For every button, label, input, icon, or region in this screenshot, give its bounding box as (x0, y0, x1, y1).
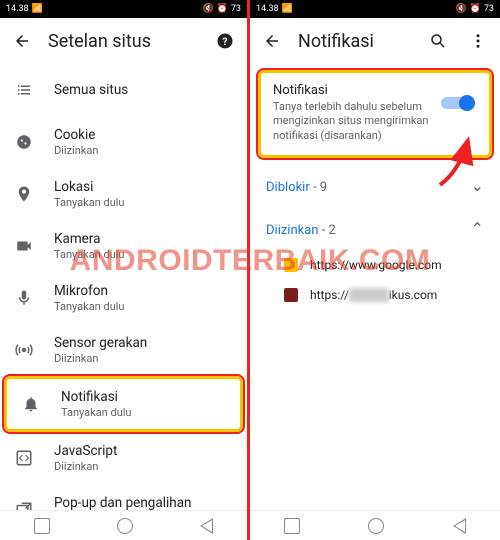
row-sub: Tanyakan dulu (54, 196, 235, 209)
favicon (284, 288, 298, 302)
row-sub: Tanyakan dulu (54, 248, 235, 261)
section-count: 2 (329, 223, 336, 238)
nav-back[interactable] (200, 518, 213, 534)
section-blocked[interactable]: Diblokir - 9 ⌄ (250, 164, 500, 207)
mic-icon (14, 289, 34, 307)
nav-home[interactable] (117, 518, 133, 534)
row-label: JavaScript (54, 443, 235, 459)
row-location[interactable]: LokasiTanyakan dulu (0, 168, 247, 220)
chevron-down-icon: ⌄ (471, 176, 484, 195)
status-battery: 73 (231, 4, 241, 14)
back-icon[interactable] (262, 31, 282, 51)
row-label: Lokasi (54, 179, 235, 195)
page-title: Notifikasi (298, 31, 412, 52)
row-label: Semua situs (54, 82, 235, 98)
svg-text:?: ? (222, 35, 227, 48)
statusbar: 14.38📶 🔇⏰73 (250, 0, 500, 18)
status-time: 14.38 (6, 4, 29, 14)
row-label: Cookie (54, 127, 235, 143)
status-time: 14.38 (256, 4, 279, 14)
row-sub: Tanyakan dulu (54, 300, 235, 313)
nav-recent[interactable] (34, 518, 50, 534)
help-icon[interactable]: ? (215, 31, 235, 51)
section-count: 9 (320, 180, 327, 195)
appbar-right: Notifikasi (250, 18, 500, 64)
back-icon[interactable] (12, 31, 32, 51)
location-icon (14, 185, 34, 203)
row-label: Mikrofon (54, 283, 235, 299)
list-icon (14, 81, 34, 99)
more-icon[interactable] (468, 31, 488, 51)
row-label: Kamera (54, 231, 235, 247)
favicon (284, 258, 298, 272)
section-allowed[interactable]: Diizinkan - 2 ⌃ (250, 207, 500, 250)
js-icon (14, 449, 34, 467)
appbar-left: Setelan situs ? (0, 18, 247, 64)
sensor-icon (14, 341, 34, 359)
site-url: https://xxxxikus.com (310, 288, 437, 302)
row-label: Sensor gerakan (54, 335, 235, 351)
nav-back[interactable] (453, 518, 466, 534)
site-url: https://www.google.com (310, 258, 442, 272)
camera-icon (14, 237, 34, 255)
statusbar: 14.38📶 🔇⏰73 (0, 0, 247, 18)
row-all-sites[interactable]: Semua situs (0, 64, 247, 116)
screen-site-settings: 14.38📶 🔇⏰73 Setelan situs ? Semua situs … (0, 0, 250, 540)
status-battery: 73 (484, 4, 494, 14)
screen-notifications: 14.38📶 🔇⏰73 Notifikasi Notifikasi Tanya … (250, 0, 500, 540)
nav-home[interactable] (368, 518, 384, 534)
row-label: Notifikasi (61, 389, 228, 405)
chevron-up-icon: ⌃ (471, 219, 484, 238)
row-cookie[interactable]: CookieDiizinkan (0, 116, 247, 168)
row-sub: Diizinkan (54, 460, 235, 473)
cookie-icon (14, 133, 34, 151)
android-navbar (250, 510, 500, 540)
row-sub: Diizinkan (54, 352, 235, 365)
search-icon[interactable] (428, 31, 448, 51)
site-row[interactable]: https://www.google.com (250, 250, 500, 280)
row-camera[interactable]: KameraTanyakan dulu (0, 220, 247, 272)
section-label: Diblokir (266, 180, 310, 195)
row-sub: Diizinkan (54, 144, 235, 157)
notification-toggle-card[interactable]: Notifikasi Tanya terlebih dahulu sebelum… (258, 70, 492, 158)
row-label: Pop-up dan pengalihan (54, 495, 235, 511)
page-title: Setelan situs (48, 31, 199, 52)
nav-recent[interactable] (284, 518, 300, 534)
row-microphone[interactable]: MikrofonTanyakan dulu (0, 272, 247, 324)
card-description: Tanya terlebih dahulu sebelum mengizinka… (273, 100, 433, 143)
row-notifications[interactable]: NotifikasiTanyakan dulu (4, 376, 243, 432)
settings-list: Semua situs CookieDiizinkan LokasiTanyak… (0, 64, 247, 536)
bell-icon (21, 395, 41, 413)
section-label: Diizinkan (266, 223, 318, 238)
site-row[interactable]: https://xxxxikus.com (250, 280, 500, 310)
row-sub: Tanyakan dulu (61, 406, 228, 419)
notification-toggle[interactable] (441, 95, 475, 111)
row-javascript[interactable]: JavaScriptDiizinkan (0, 432, 247, 484)
row-motion-sensor[interactable]: Sensor gerakanDiizinkan (0, 324, 247, 376)
android-navbar (0, 510, 247, 540)
